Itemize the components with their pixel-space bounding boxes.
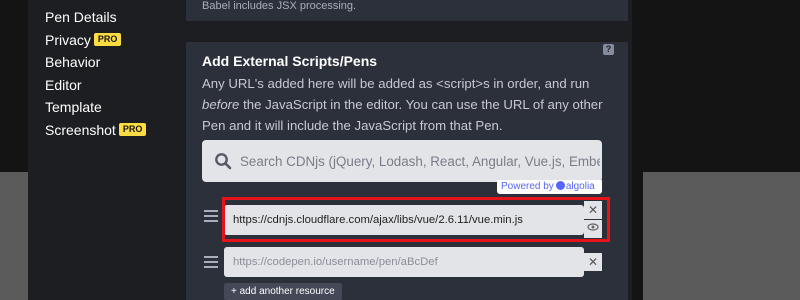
algolia-brand: algolia [565, 181, 595, 192]
description-text: the JavaScript in the editor. You can us… [202, 97, 603, 133]
pro-badge: PRO [118, 123, 147, 137]
search-icon [215, 153, 232, 170]
panel-title: Add External Scripts/Pens [202, 53, 378, 69]
remove-resource-icon[interactable]: ✕ [584, 253, 602, 271]
cdn-search-input[interactable] [240, 140, 600, 182]
selection-highlight [222, 197, 610, 242]
preprocessor-note: Babel includes JSX processing. [202, 0, 357, 12]
panel-description: Any URL's added here will be added as <s… [202, 73, 607, 136]
sidebar-item-pen-details[interactable]: Pen Details [45, 6, 185, 29]
drag-handle-icon[interactable] [204, 210, 218, 222]
sidebar-item-screenshot[interactable]: Screenshot PRO [45, 119, 185, 142]
add-resource-button[interactable]: + add another resource [224, 283, 342, 300]
description-text: Any URL's added here will be added as <s… [202, 76, 590, 91]
powered-by-algolia[interactable]: Powered by algolia [497, 180, 602, 194]
sidebar-item-editor[interactable]: Editor [45, 74, 185, 97]
sidebar-item-label: Pen Details [45, 9, 117, 26]
sidebar-item-label: Template [45, 99, 102, 116]
sidebar-item-label: Behavior [45, 54, 101, 71]
sidebar-item-template[interactable]: Template [45, 96, 185, 119]
pro-badge: PRO [93, 33, 122, 47]
sidebar-item-label: Editor [45, 76, 82, 93]
sidebar-item-privacy[interactable]: Privacy PRO [45, 29, 185, 52]
algolia-icon [555, 181, 565, 190]
cdn-search-box [202, 140, 602, 182]
sidebar-item-behavior[interactable]: Behavior [45, 51, 185, 74]
settings-sidebar: Pen Details Privacy PRO Behavior Editor … [45, 6, 185, 141]
help-icon[interactable]: ? [603, 44, 614, 55]
resource-url-input[interactable] [224, 247, 584, 277]
modal-scrollbar[interactable] [632, 0, 643, 300]
description-emphasis: before [202, 97, 240, 112]
sidebar-item-label: Privacy [45, 31, 91, 48]
sidebar-item-label: Screenshot [45, 121, 116, 138]
powered-by-text: Powered by [501, 181, 554, 192]
drag-handle-icon[interactable] [204, 256, 218, 268]
